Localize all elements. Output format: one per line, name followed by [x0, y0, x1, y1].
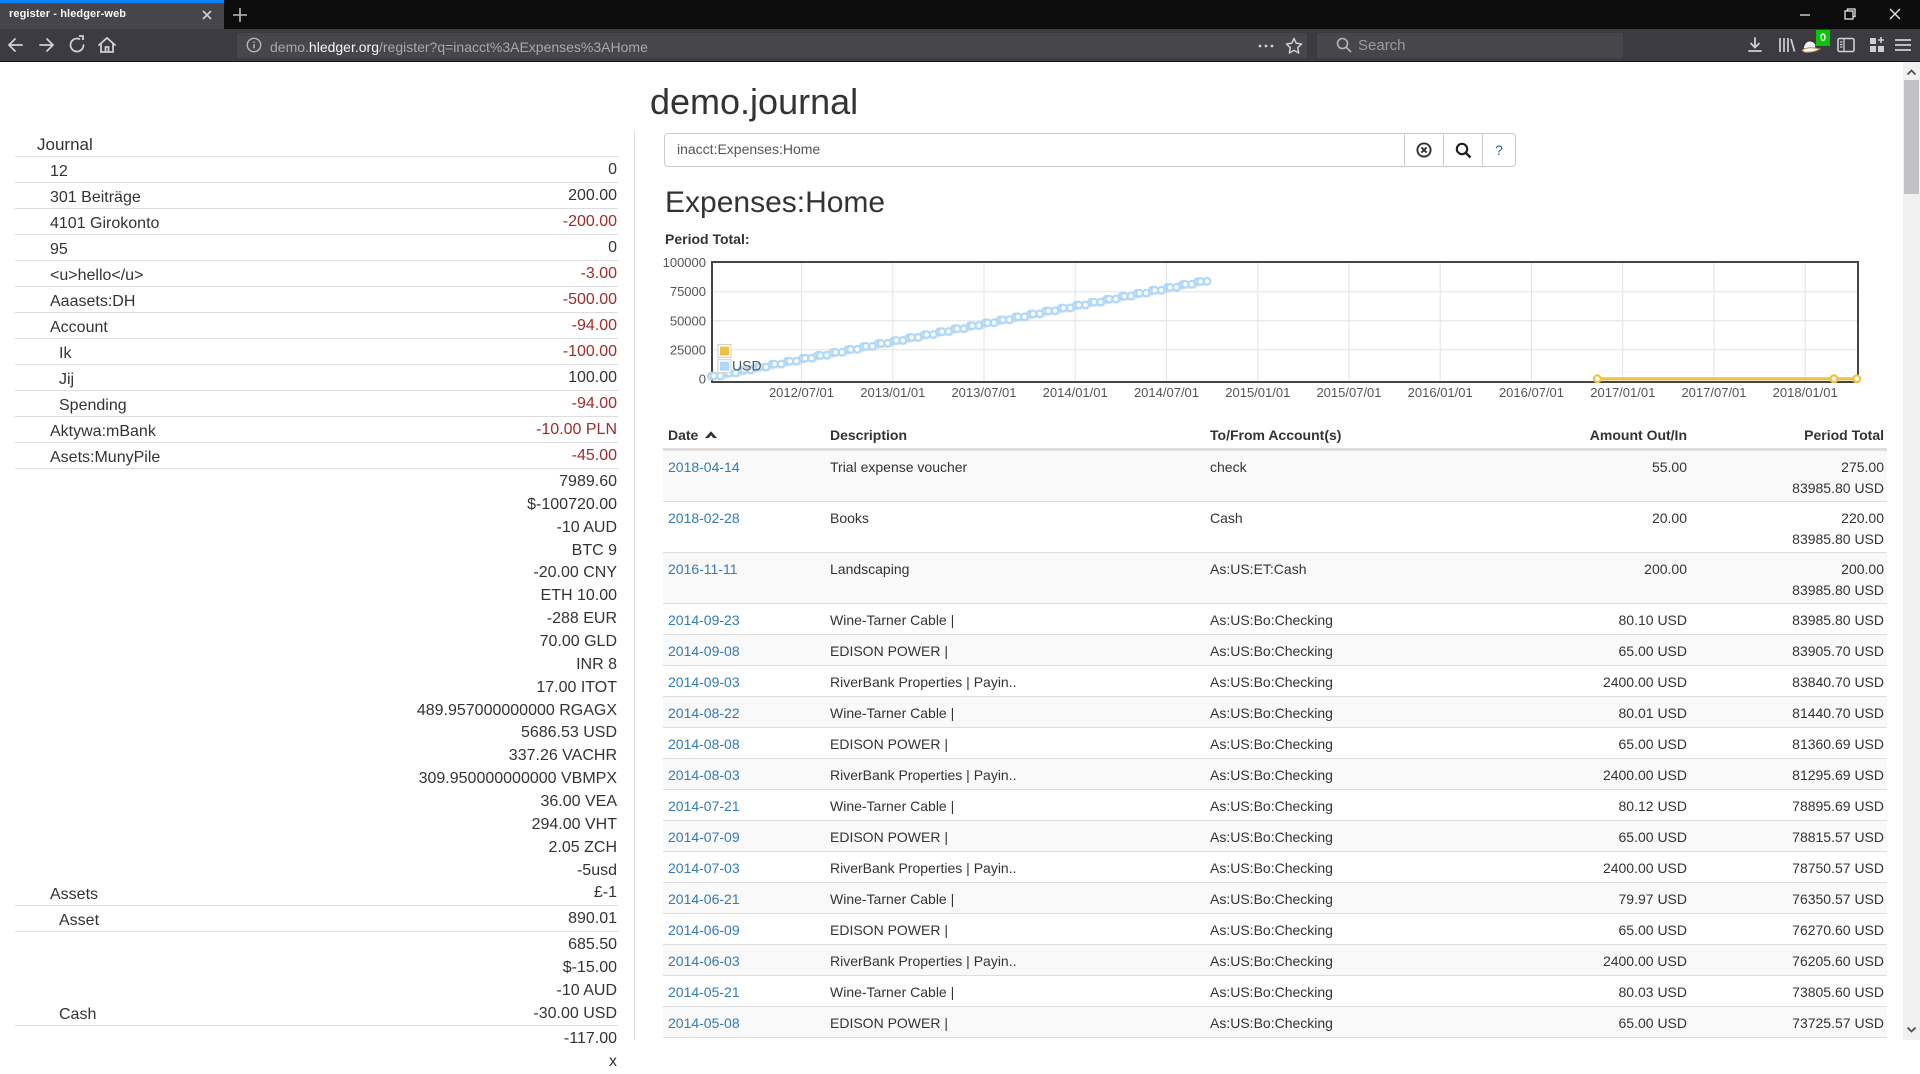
svg-text:2013/01/01: 2013/01/01: [860, 385, 925, 400]
svg-text:75000: 75000: [670, 284, 706, 299]
svg-text:USD: USD: [732, 358, 762, 374]
svg-text:2014/01/01: 2014/01/01: [1043, 385, 1108, 400]
svg-text:2016/01/01: 2016/01/01: [1408, 385, 1473, 400]
svg-text:2018/01/01: 2018/01/01: [1773, 385, 1838, 400]
svg-text:2017/07/01: 2017/07/01: [1681, 385, 1746, 400]
svg-text:0: 0: [699, 371, 706, 386]
svg-text:2016/07/01: 2016/07/01: [1499, 385, 1564, 400]
svg-text:25000: 25000: [670, 342, 706, 357]
svg-text:2012/07/01: 2012/07/01: [769, 385, 834, 400]
svg-text:2017/01/01: 2017/01/01: [1590, 385, 1655, 400]
svg-text:100000: 100000: [663, 255, 706, 270]
svg-text:2013/07/01: 2013/07/01: [951, 385, 1016, 400]
svg-text:2014/07/01: 2014/07/01: [1134, 385, 1199, 400]
svg-text:50000: 50000: [670, 313, 706, 328]
svg-text:2015/07/01: 2015/07/01: [1316, 385, 1381, 400]
svg-text:2015/01/01: 2015/01/01: [1225, 385, 1290, 400]
